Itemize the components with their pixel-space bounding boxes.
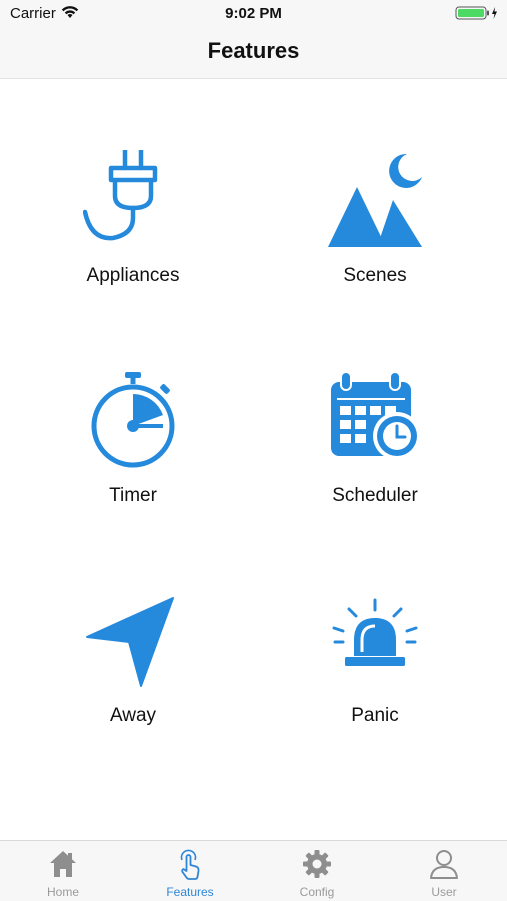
calendar-clock-icon	[325, 370, 425, 475]
page-title: Features	[207, 38, 300, 63]
siren-icon	[325, 590, 425, 695]
feature-scenes[interactable]: Scenes	[275, 150, 475, 350]
navigation-arrow-icon	[83, 590, 183, 695]
mountain-moon-icon	[325, 150, 425, 255]
tab-label: Config	[299, 885, 335, 899]
tab-label: Home	[46, 885, 79, 899]
feature-timer[interactable]: Timer	[33, 370, 233, 570]
feature-panic[interactable]: Panic	[275, 590, 475, 790]
user-icon	[429, 849, 459, 884]
tab-label: User	[431, 885, 457, 899]
stopwatch-icon	[83, 370, 183, 475]
tab-features[interactable]: Features	[127, 841, 253, 901]
tab-config[interactable]: Config	[254, 841, 380, 901]
feature-scheduler[interactable]: Scheduler	[275, 370, 475, 570]
feature-label: Away	[109, 705, 157, 726]
feature-appliances[interactable]: Appliances	[33, 147, 233, 350]
plug-icon	[82, 147, 183, 255]
tab-bar: Home Features Config User	[0, 840, 507, 901]
feature-away[interactable]: Away	[33, 590, 233, 790]
touch-hand-icon	[175, 849, 205, 886]
tab-home[interactable]: Home	[0, 841, 126, 901]
feature-label: Timer	[109, 485, 157, 506]
feature-label: Panic	[351, 705, 399, 726]
navigation-bar: Features	[0, 28, 507, 79]
gear-icon	[302, 849, 332, 884]
tab-user[interactable]: User	[381, 841, 507, 901]
feature-label: Scheduler	[332, 485, 418, 506]
status-time: 9:02 PM	[225, 5, 282, 22]
feature-label: Appliances	[86, 265, 180, 286]
feature-label: Scenes	[343, 265, 407, 286]
status-bar: Carrier 9:02 PM	[0, 0, 507, 28]
tab-label: Features	[166, 885, 214, 899]
battery-icon	[455, 6, 499, 25]
home-icon	[48, 849, 78, 884]
